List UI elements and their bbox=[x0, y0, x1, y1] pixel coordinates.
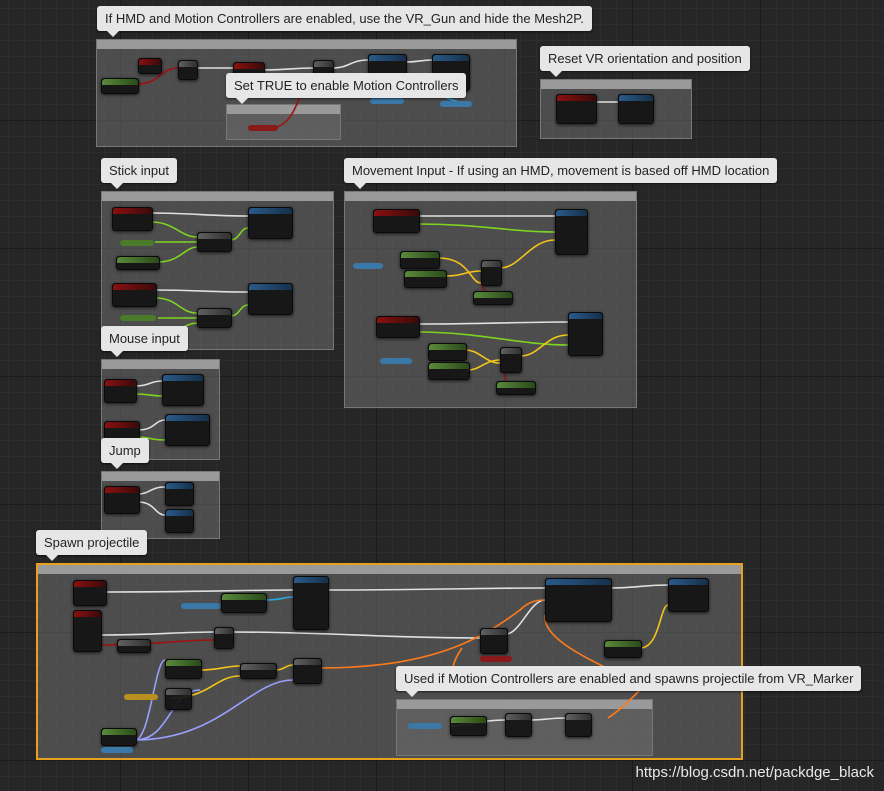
variable-node[interactable] bbox=[473, 291, 513, 305]
branch-node[interactable] bbox=[214, 627, 234, 649]
stop-jumping-node[interactable] bbox=[165, 509, 194, 533]
comment-hmd-title[interactable]: If HMD and Motion Controllers are enable… bbox=[97, 6, 592, 37]
select-node[interactable] bbox=[500, 347, 522, 373]
get-vector-node[interactable] bbox=[428, 362, 470, 380]
comment-jump-title[interactable]: Jump bbox=[101, 438, 149, 469]
add-movement-node[interactable] bbox=[568, 312, 603, 356]
comment-reset-vr-title[interactable]: Reset VR orientation and position bbox=[540, 46, 750, 77]
comment-stick-title[interactable]: Stick input bbox=[101, 158, 177, 189]
branch-node[interactable] bbox=[178, 60, 198, 80]
get-vector-node[interactable] bbox=[428, 343, 467, 361]
variable-getter[interactable] bbox=[440, 101, 472, 107]
action-event-node[interactable] bbox=[104, 486, 140, 514]
variable-getter[interactable] bbox=[380, 358, 412, 364]
add-input-node[interactable] bbox=[165, 414, 210, 446]
get-transform-node[interactable] bbox=[450, 716, 487, 736]
get-vector-node[interactable] bbox=[604, 640, 642, 658]
event-node[interactable] bbox=[138, 58, 162, 74]
variable-getter[interactable] bbox=[248, 125, 278, 131]
event-node[interactable] bbox=[73, 610, 102, 652]
axis-event-node[interactable] bbox=[376, 316, 420, 338]
is-valid-node[interactable] bbox=[293, 576, 329, 630]
variable-getter[interactable] bbox=[408, 723, 442, 729]
get-vector-node[interactable] bbox=[400, 251, 440, 269]
jump-node[interactable] bbox=[165, 482, 194, 506]
play-sound-node[interactable] bbox=[668, 578, 709, 612]
variable-getter[interactable] bbox=[480, 656, 512, 662]
comment-movement-title[interactable]: Movement Input - If using an HMD, moveme… bbox=[344, 158, 778, 189]
variable-node[interactable] bbox=[116, 256, 160, 270]
axis-event-node[interactable] bbox=[373, 209, 420, 233]
break-transform-node[interactable] bbox=[505, 713, 532, 737]
add-vector-node[interactable] bbox=[240, 663, 277, 679]
variable-getter[interactable] bbox=[370, 98, 404, 104]
axis-event-node[interactable] bbox=[112, 207, 153, 231]
select-node[interactable] bbox=[481, 260, 502, 286]
comment-vr-marker-title[interactable]: Used if Motion Controllers are enabled a… bbox=[396, 666, 862, 697]
variable-node[interactable] bbox=[496, 381, 536, 395]
comment-spawn-title[interactable]: Spawn projectile bbox=[36, 530, 148, 561]
event-node[interactable] bbox=[73, 580, 107, 606]
axis-event-node[interactable] bbox=[112, 283, 157, 307]
multiply-node[interactable] bbox=[197, 232, 232, 252]
event-node[interactable] bbox=[556, 94, 597, 124]
get-vector-node[interactable] bbox=[165, 659, 202, 679]
make-transform-node[interactable] bbox=[293, 658, 322, 684]
get-rotation-node[interactable] bbox=[101, 728, 137, 746]
spawn-actor-node[interactable] bbox=[545, 578, 612, 622]
rotate-vector-node[interactable] bbox=[165, 688, 192, 710]
add-input-node[interactable] bbox=[162, 374, 204, 406]
comment-mouse-title[interactable]: Mouse input bbox=[101, 326, 188, 357]
variable-getter[interactable] bbox=[120, 315, 156, 321]
multiply-node[interactable] bbox=[197, 308, 232, 328]
axis-event-node[interactable] bbox=[104, 379, 137, 403]
add-movement-node[interactable] bbox=[555, 209, 588, 255]
variable-getter[interactable] bbox=[101, 747, 133, 753]
function-node[interactable] bbox=[101, 78, 139, 94]
select-node[interactable] bbox=[480, 628, 508, 654]
add-input-node[interactable] bbox=[248, 283, 293, 315]
function-node[interactable] bbox=[618, 94, 654, 124]
get-vector-node[interactable] bbox=[221, 593, 267, 613]
variable-getter[interactable] bbox=[181, 603, 221, 609]
comment-set-true-title[interactable]: Set TRUE to enable Motion Controllers bbox=[226, 73, 467, 104]
add-input-node[interactable] bbox=[248, 207, 293, 239]
variable-getter[interactable] bbox=[124, 694, 158, 700]
variable-getter[interactable] bbox=[353, 263, 383, 269]
compare-node[interactable] bbox=[117, 639, 151, 653]
variable-getter[interactable] bbox=[120, 240, 154, 246]
watermark: https://blog.csdn.net/packdge_black bbox=[635, 764, 875, 781]
make-transform-node[interactable] bbox=[565, 713, 592, 737]
get-vector-node[interactable] bbox=[404, 270, 447, 288]
